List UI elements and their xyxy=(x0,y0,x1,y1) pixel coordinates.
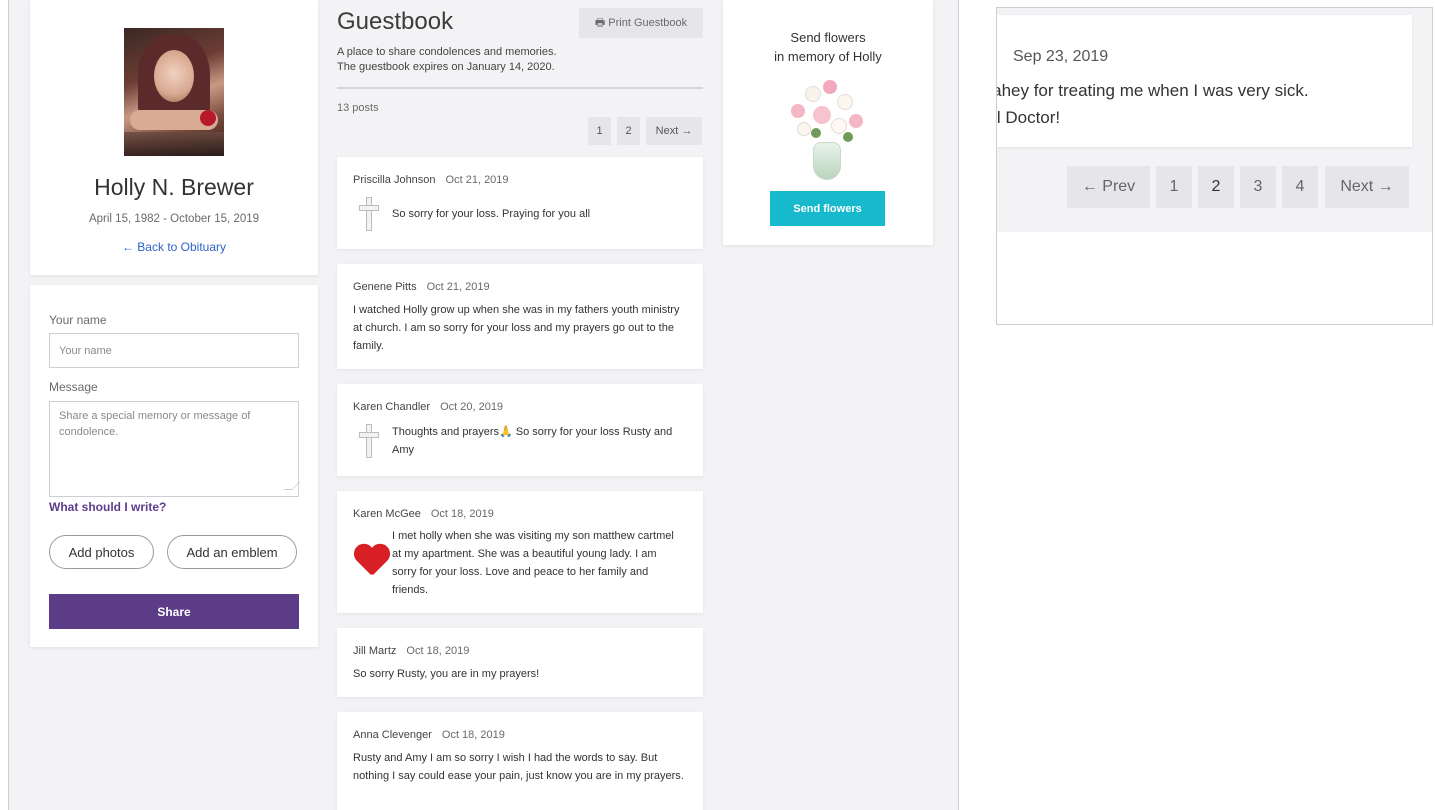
portrait-photo xyxy=(124,28,224,156)
post-author: Karen Chandler xyxy=(353,401,431,413)
cross-icon xyxy=(359,424,379,458)
flowers-subtitle-line: in memory of Holly xyxy=(774,48,882,64)
post-author: Priscilla Johnson xyxy=(353,174,436,186)
post-message: So sorry for your loss. Praying for you … xyxy=(392,208,591,220)
post-date: Oct 20, 2019 xyxy=(440,401,504,413)
post-message: Rusty and Amy I am so sorry I wish I had… xyxy=(353,752,684,783)
post-date: Oct 18, 2019 xyxy=(441,729,505,741)
expiry-line: The guestbook expires on January 14, 202… xyxy=(337,61,555,74)
profile-card: Holly N. Brewer April 15, 1982 - October… xyxy=(30,0,318,275)
inset-post-date: Sep 23, 2019 xyxy=(1013,48,1109,65)
back-to-obituary-link[interactable]: ← Back to Obituary xyxy=(30,240,318,254)
post-header: Karen McGee Oct 18, 2019 xyxy=(353,508,494,520)
page-1-button[interactable]: 1 xyxy=(588,117,611,145)
send-flowers-button[interactable]: Send flowers xyxy=(770,191,885,226)
inset-post-line: rful Doctor! xyxy=(996,108,1061,127)
post-author: Jill Martz xyxy=(353,645,397,657)
guestbook-post: Karen Chandler Oct 20, 2019 Thoughts and … xyxy=(337,384,703,476)
post-message: I met holly when she was visiting my son… xyxy=(392,530,674,597)
message-label: Message xyxy=(49,380,98,394)
add-emblem-button[interactable]: Add an emblem xyxy=(167,535,297,569)
heart-icon xyxy=(353,543,389,577)
page-1-button[interactable]: 1 xyxy=(1156,166,1192,208)
guestbook-post: Genene Pitts Oct 21, 2019 I watched Holly… xyxy=(337,264,703,369)
guestbook-post: Jill Martz Oct 18, 2019 So sorry Rusty, y… xyxy=(337,628,703,697)
description-line: A place to share condolences and memorie… xyxy=(337,46,557,58)
print-guestbook-button[interactable]: 🖶 Print Guestbook xyxy=(579,8,703,38)
flowers-title-line: Send flowers xyxy=(790,30,866,45)
post-message: Thoughts and prayers🙏 So sorry for your … xyxy=(392,426,673,457)
post-header: Priscilla Johnson Oct 21, 2019 xyxy=(353,174,509,186)
inset-post-card: Sep 23, 2019 Blahey for treating me when… xyxy=(997,15,1412,147)
cross-icon xyxy=(359,197,379,231)
guestbook-post: Anna Clevenger Oct 18, 2019 Rusty and Amy… xyxy=(337,712,703,810)
obituary-guestbook-page: Holly N. Brewer April 15, 1982 - October… xyxy=(8,0,959,810)
page-2-button[interactable]: 2 xyxy=(617,117,640,145)
share-button[interactable]: Share xyxy=(49,594,299,629)
message-textarea[interactable] xyxy=(49,401,299,497)
post-date: Oct 18, 2019 xyxy=(430,508,494,520)
post-date: Oct 18, 2019 xyxy=(406,645,470,657)
post-date: Oct 21, 2019 xyxy=(426,281,490,293)
page-3-button[interactable]: 3 xyxy=(1240,166,1276,208)
next-page-button[interactable]: Next → xyxy=(1325,166,1409,208)
post-author: Karen McGee xyxy=(353,508,421,520)
post-count: 13 posts xyxy=(337,102,379,114)
guestbook-post: Karen McGee Oct 18, 2019 I met holly when… xyxy=(337,491,703,613)
post-author: Genene Pitts xyxy=(353,281,417,293)
post-date: Oct 21, 2019 xyxy=(445,174,509,186)
post-header: Jill Martz Oct 18, 2019 xyxy=(353,645,469,657)
post-message: I watched Holly grow up when she was in … xyxy=(353,304,680,353)
add-photos-button[interactable]: Add photos xyxy=(49,535,154,569)
prev-page-button[interactable]: ← Prev xyxy=(1067,166,1150,208)
post-header: Genene Pitts Oct 21, 2019 xyxy=(353,281,490,293)
post-header: Anna Clevenger Oct 18, 2019 xyxy=(353,729,505,741)
guestbook-description: A place to share condolences and memorie… xyxy=(337,45,557,76)
post-message: So sorry Rusty, you are in my prayers! xyxy=(353,668,540,680)
zoom-inset: Sep 23, 2019 Blahey for treating me when… xyxy=(996,7,1433,325)
bouquet-image xyxy=(787,80,867,182)
person-name: Holly N. Brewer xyxy=(94,174,254,200)
post-author: Anna Clevenger xyxy=(353,729,432,741)
divider xyxy=(337,87,703,89)
flowers-title: Send flowers in memory of Holly xyxy=(723,29,933,67)
next-page-button[interactable]: Next → xyxy=(646,117,702,145)
guestbook-post: Priscilla Johnson Oct 21, 2019 So sorry f… xyxy=(337,157,703,249)
send-flowers-card: Send flowers in memory of Holly Send flo… xyxy=(723,0,933,245)
page-4-button[interactable]: 4 xyxy=(1282,166,1318,208)
page-2-button[interactable]: 2 xyxy=(1198,166,1234,208)
name-input[interactable] xyxy=(49,333,299,368)
inset-post-line: Blahey for treating me when I was very s… xyxy=(996,81,1309,100)
name-label: Your name xyxy=(49,313,107,327)
what-should-i-write-link[interactable]: What should I write? xyxy=(49,500,166,514)
post-header: Karen Chandler Oct 20, 2019 xyxy=(353,401,503,413)
guestbook-title: Guestbook xyxy=(337,8,454,35)
person-dates: April 15, 1982 - October 15, 2019 xyxy=(88,213,260,225)
guestbook-form: Your name Message What should I write? A… xyxy=(30,285,318,647)
